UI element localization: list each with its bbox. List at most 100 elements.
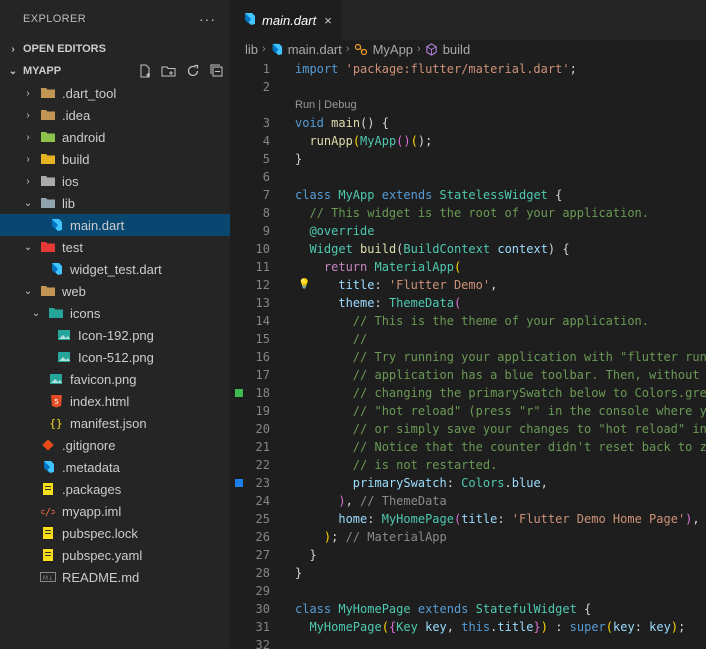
refresh-icon[interactable] [185, 64, 200, 79]
code-token: } [295, 566, 303, 580]
tree-item[interactable]: .metadata [0, 456, 230, 478]
markdown-file-icon: M↓ [40, 569, 56, 585]
code-line[interactable]: 27 } [230, 546, 706, 564]
line-number: 6 [262, 170, 270, 184]
tree-item[interactable]: favicon.png [0, 368, 230, 390]
tree-item[interactable]: M↓ README.md [0, 566, 230, 588]
code-line[interactable]: 11 return MaterialApp( [230, 258, 706, 276]
tree-item[interactable]: ⌄ lib [0, 192, 230, 214]
code-line[interactable]: 6 [230, 168, 706, 186]
code-line[interactable]: 22 // is not restarted. [230, 456, 706, 474]
code-token: home [338, 512, 368, 526]
tree-item[interactable]: ⌄ web [0, 280, 230, 302]
code-line[interactable]: 10 Widget build(BuildContext context) { [230, 240, 706, 258]
close-icon[interactable]: × [324, 13, 332, 28]
code-token: ( [453, 296, 462, 310]
code-line[interactable]: 26 ); // MaterialApp [230, 528, 706, 546]
xml-file-icon: </> [40, 503, 56, 519]
tree-item[interactable]: 5 index.html [0, 390, 230, 412]
tree-item[interactable]: › build [0, 148, 230, 170]
breadcrumb-folder[interactable]: lib [245, 42, 258, 57]
code-line[interactable]: 32 [230, 636, 706, 649]
breadcrumb-method[interactable]: build [425, 42, 470, 57]
breadcrumb-file[interactable]: main.dart [270, 42, 342, 57]
tree-item[interactable]: Icon-512.png [0, 346, 230, 368]
code-line[interactable]: 13 theme: ThemeData( [230, 294, 706, 312]
collapse-all-icon[interactable] [209, 64, 224, 79]
line-number: 32 [255, 638, 270, 649]
code-token: this [461, 620, 491, 634]
tree-item[interactable]: {} manifest.json [0, 412, 230, 434]
code-line[interactable]: 31 MyHomePage({Key key, this.title}) : s… [230, 618, 706, 636]
code-line[interactable]: 20 // or simply save your changes to "ho… [230, 420, 706, 438]
idea-folder-icon [40, 107, 56, 123]
code-text: class MyHomePage extends StatefulWidget … [295, 600, 591, 618]
code-token: import [295, 62, 339, 76]
code-line[interactable]: 19 // "hot reload" (press "r" in the con… [230, 402, 706, 420]
tree-item[interactable]: .packages [0, 478, 230, 500]
tree-item[interactable]: </> myapp.iml [0, 500, 230, 522]
line-number: 25 [255, 512, 270, 526]
code-line[interactable]: 8 // This widget is the root of your app… [230, 204, 706, 222]
code-line[interactable]: 30 class MyHomePage extends StatefulWidge… [230, 600, 706, 618]
tree-item-label: lib [62, 195, 76, 211]
code-line[interactable]: 5} [230, 150, 706, 168]
tree-item[interactable]: pubspec.lock [0, 522, 230, 544]
code-line[interactable]: 17 // application has a blue toolbar. Th… [230, 366, 706, 384]
code-line[interactable]: 9 @override [230, 222, 706, 240]
tree-item[interactable]: › ios [0, 170, 230, 192]
folder-icon [40, 85, 56, 101]
code-line[interactable]: 1 import 'package:flutter/material.dart'; [230, 60, 706, 78]
tree-item[interactable]: › .dart_tool [0, 82, 230, 104]
code-line[interactable]: 24 ), // ThemeData [230, 492, 706, 510]
new-folder-icon[interactable] [161, 64, 176, 79]
code-line[interactable]: 7 class MyApp extends StatelessWidget { [230, 186, 706, 204]
code-line[interactable]: 2 [230, 78, 706, 96]
code-editor[interactable]: 1 import 'package:flutter/material.dart';… [230, 60, 706, 649]
tree-item[interactable]: pubspec.yaml [0, 544, 230, 566]
project-section[interactable]: ⌄ MYAPP [0, 60, 230, 82]
code-line[interactable]: 12 💡 title: 'Flutter Demo', [230, 276, 706, 294]
tree-item[interactable]: main.dart [0, 214, 230, 236]
yaml-file-icon [40, 481, 56, 497]
tree-item[interactable]: ⌄ icons [0, 302, 230, 324]
code-token: ( [453, 260, 462, 274]
code-text: MyHomePage({Key key, this.title}) : supe… [295, 618, 685, 636]
code-line[interactable]: 28} [230, 564, 706, 582]
code-token: { [547, 188, 563, 202]
more-actions-icon[interactable]: ··· [199, 11, 216, 27]
code-token: : [446, 476, 462, 490]
chevron-down-icon: ⌄ [23, 197, 33, 209]
tree-item-label: main.dart [70, 217, 125, 233]
code-text: ); // MaterialApp [295, 528, 447, 546]
tree-item[interactable]: ⌄ test [0, 236, 230, 258]
breadcrumb-class[interactable]: MyApp [354, 42, 413, 57]
tree-item[interactable]: › android [0, 126, 230, 148]
tree-item[interactable]: .gitignore [0, 434, 230, 456]
open-editors-section[interactable]: › OPEN EDITORS [0, 38, 230, 60]
code-line[interactable]: 4 runApp(MyApp()(); [230, 132, 706, 150]
tree-item[interactable]: › .idea [0, 104, 230, 126]
code-line[interactable]: 23 primarySwatch: Colors.blue, [230, 474, 706, 492]
code-token: () { [360, 116, 389, 130]
code-text: return MaterialApp( [295, 258, 461, 276]
code-line[interactable]: 18 // changing the primarySwatch below t… [230, 384, 706, 402]
code-line[interactable]: 14 // This is the theme of your applicat… [230, 312, 706, 330]
new-file-icon[interactable] [137, 64, 152, 79]
code-line[interactable]: 3 void main() { [230, 114, 706, 132]
code-text: Widget build(BuildContext context) { [295, 240, 569, 258]
chevron-right-icon: › [11, 43, 15, 55]
tree-item-label: pubspec.lock [62, 525, 138, 541]
code-line[interactable]: 29 [230, 582, 706, 600]
code-line[interactable]: 21 // Notice that the counter didn't res… [230, 438, 706, 456]
tree-item[interactable]: widget_test.dart [0, 258, 230, 280]
code-line[interactable]: 25 home: MyHomePage(title: 'Flutter Demo… [230, 510, 706, 528]
tree-item[interactable]: Icon-192.png [0, 324, 230, 346]
codelens-run-debug[interactable]: Run | Debug [295, 96, 357, 114]
code-line[interactable]: 15 // [230, 330, 706, 348]
code-line[interactable]: 16 // Try running your application with … [230, 348, 706, 366]
code-token: ( [410, 134, 418, 148]
tab-main-dart[interactable]: main.dart × [230, 0, 343, 40]
